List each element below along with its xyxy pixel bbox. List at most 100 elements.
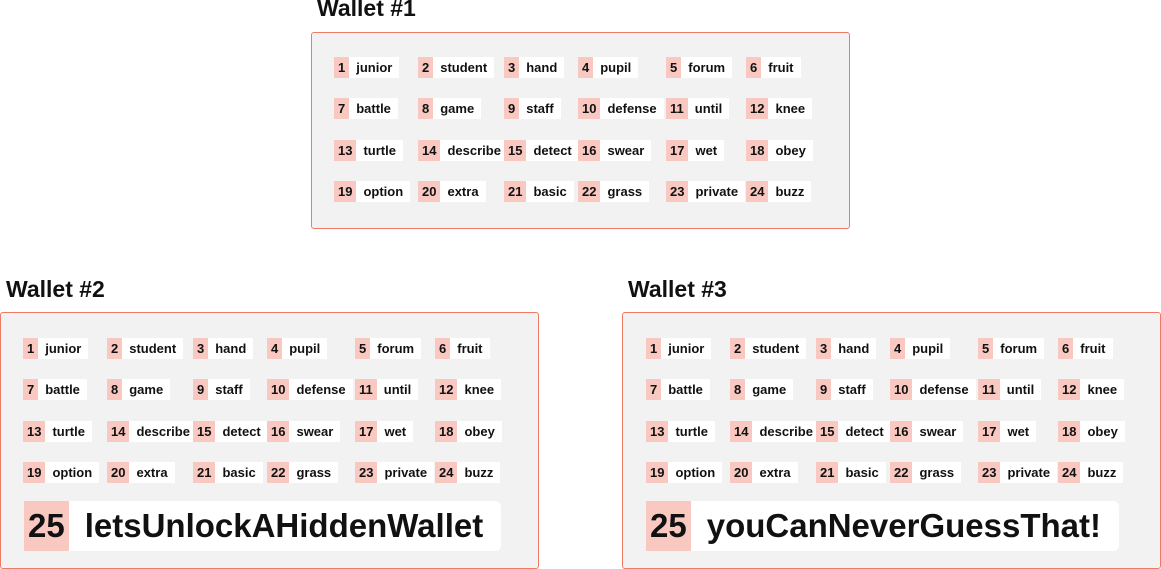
seed-word-number: 19	[334, 181, 357, 202]
seed-word: 7 battle	[334, 98, 398, 119]
seed-word-number: 22	[890, 462, 913, 483]
seed-word-number: 16	[578, 140, 601, 161]
seed-word: 4 pupil	[267, 338, 328, 359]
seed-word-number: 21	[193, 462, 216, 483]
seed-word: 1 junior	[23, 338, 89, 359]
seed-word-number: 13	[646, 421, 669, 442]
seed-word: 17 wet	[355, 421, 414, 442]
seed-word: 11 until	[978, 379, 1042, 400]
seed-word: 6 fruit	[746, 57, 801, 78]
passphrase-word: 25 youCanNeverGuessThat!	[646, 501, 1119, 551]
seed-word: 16 swear	[578, 140, 652, 161]
seed-word: 5 forum	[978, 338, 1045, 359]
seed-word-text: game	[745, 379, 794, 400]
seed-word-number: 2	[730, 338, 746, 359]
seed-word: 4 pupil	[578, 57, 639, 78]
seed-word-number: 8	[418, 98, 434, 119]
seed-word: 20 extra	[107, 462, 175, 483]
seed-word: 16 swear	[890, 421, 964, 442]
seed-word-text: until	[999, 379, 1042, 400]
seed-word: 17 wet	[666, 140, 725, 161]
seed-word-number: 3	[504, 57, 520, 78]
passphrase-text: letsUnlockAHiddenWallet	[68, 501, 502, 551]
seed-word-text: describe	[129, 421, 197, 442]
wallet-1-title: Wallet #1	[317, 0, 416, 21]
seed-word: 10 defense	[578, 98, 664, 119]
seed-word-text: describe	[752, 421, 820, 442]
seed-word-number: 16	[267, 421, 290, 442]
seed-word-text: forum	[370, 338, 422, 359]
seed-word: 19 option	[334, 181, 411, 202]
seed-word-text: staff	[519, 98, 561, 119]
seed-word-number: 6	[746, 57, 762, 78]
seed-word-text: game	[433, 98, 482, 119]
seed-word-number: 21	[504, 181, 527, 202]
seed-word-number: 10	[890, 379, 913, 400]
wallet-2-title: Wallet #2	[6, 276, 105, 302]
seed-word: 3 hand	[193, 338, 254, 359]
seed-word-number: 19	[646, 462, 669, 483]
seed-word-number: 18	[746, 140, 769, 161]
seed-word: 1 junior	[646, 338, 712, 359]
seed-word-number: 22	[267, 462, 290, 483]
seed-word-number: 10	[267, 379, 290, 400]
seed-word-text: extra	[440, 181, 486, 202]
seed-word: 8 game	[730, 379, 794, 400]
seed-word-text: fruit	[450, 338, 490, 359]
seed-word-text: obey	[1080, 421, 1125, 442]
seed-word-number: 14	[418, 140, 441, 161]
seed-word: 18 obey	[435, 421, 502, 442]
seed-word-number: 5	[978, 338, 994, 359]
seed-word: 20 extra	[418, 181, 486, 202]
seed-word-text: staff	[831, 379, 873, 400]
seed-word-text: hand	[831, 338, 877, 359]
seed-word-number: 14	[107, 421, 130, 442]
seed-word-text: grass	[600, 181, 650, 202]
seed-word-text: fruit	[761, 57, 801, 78]
seed-word-text: turtle	[356, 140, 403, 161]
seed-word: 21 basic	[193, 462, 263, 483]
seed-word-text: obey	[768, 140, 813, 161]
seed-word: 22 grass	[267, 462, 339, 483]
seed-word-number: 3	[816, 338, 832, 359]
seed-word-text: grass	[912, 462, 962, 483]
seed-word: 21 basic	[816, 462, 886, 483]
seed-word-text: until	[376, 379, 419, 400]
seed-word: 7 battle	[23, 379, 87, 400]
seed-word-text: detect	[526, 140, 579, 161]
seed-word-text: basic	[526, 181, 574, 202]
seed-word-text: detect	[215, 421, 268, 442]
passphrase-number: 25	[646, 501, 691, 551]
seed-word: 24 buzz	[746, 181, 812, 202]
seed-word-text: private	[377, 462, 435, 483]
seed-word-number: 14	[730, 421, 753, 442]
seed-word-number: 4	[267, 338, 283, 359]
seed-word-number: 17	[355, 421, 378, 442]
seed-word-number: 24	[1058, 462, 1081, 483]
seed-word: 22 grass	[578, 181, 650, 202]
seed-word-number: 24	[435, 462, 458, 483]
seed-word: 13 turtle	[646, 421, 715, 442]
seed-word-text: defense	[600, 98, 664, 119]
seed-word-number: 5	[355, 338, 371, 359]
passphrase-text: youCanNeverGuessThat!	[690, 501, 1119, 551]
seed-word-text: option	[45, 462, 100, 483]
seed-word-text: battle	[349, 98, 398, 119]
seed-word-text: hand	[519, 57, 565, 78]
seed-word-number: 8	[730, 379, 746, 400]
seed-word-text: forum	[993, 338, 1045, 359]
seed-word-number: 4	[578, 57, 594, 78]
seed-word-number: 3	[193, 338, 209, 359]
seed-word: 3 hand	[504, 57, 565, 78]
seed-word: 12 knee	[746, 98, 813, 119]
seed-word: 23 private	[978, 462, 1058, 483]
seed-word-text: buzz	[1080, 462, 1124, 483]
seed-word: 5 forum	[355, 338, 422, 359]
seed-word-text: hand	[208, 338, 254, 359]
seed-word-text: game	[122, 379, 171, 400]
seed-word-text: detect	[838, 421, 891, 442]
seed-word-text: option	[356, 181, 411, 202]
seed-word-text: buzz	[457, 462, 501, 483]
seed-word-text: obey	[457, 421, 502, 442]
seed-word-text: pupil	[282, 338, 328, 359]
